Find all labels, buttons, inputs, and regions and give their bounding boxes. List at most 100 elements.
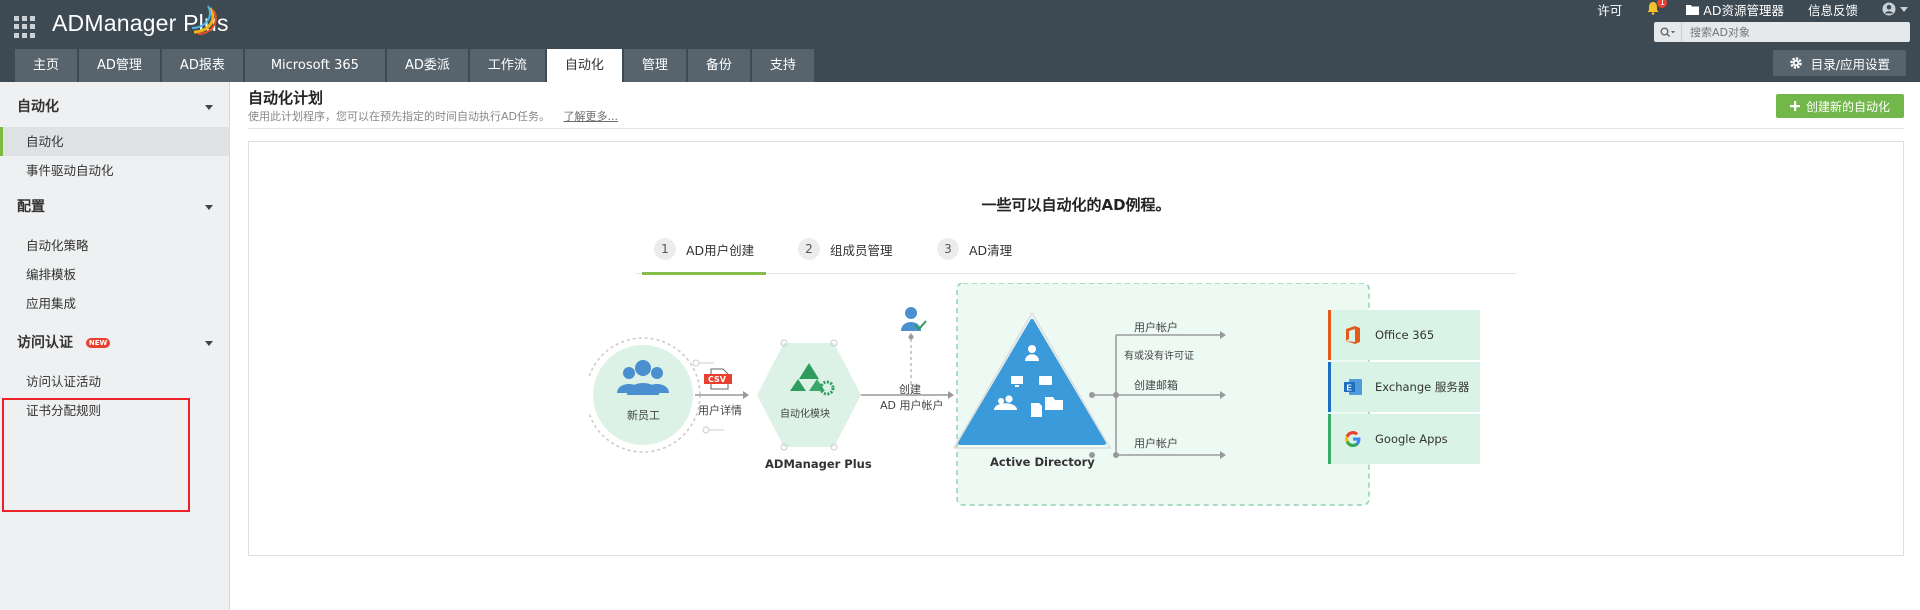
step-label: AD清理	[969, 242, 1013, 258]
sidebar-section-access-certification[interactable]: 访问认证 NEW	[0, 323, 229, 363]
divider	[248, 128, 1904, 129]
gear-icon	[1789, 57, 1802, 69]
tab-ad-delegation[interactable]: AD委派	[386, 49, 468, 82]
tab-automation[interactable]: 自动化	[546, 49, 622, 82]
tab-ad-management[interactable]: AD管理	[79, 49, 160, 82]
new-employee-label: 新员工	[627, 409, 660, 422]
description-text: 使用此计划程序，您可以在预先指定的时间自动执行AD任务。	[248, 110, 550, 123]
google-icon	[1345, 431, 1361, 447]
tab-ad-reports[interactable]: AD报表	[161, 49, 243, 82]
service-google-apps: Google Apps	[1328, 414, 1480, 464]
feedback-link[interactable]: 信息反馈	[1796, 0, 1870, 19]
branch-mailbox-label: 创建邮箱	[1134, 379, 1178, 392]
plus-icon	[1789, 101, 1800, 111]
service-label: Google Apps	[1375, 432, 1448, 446]
arrow-head	[948, 391, 954, 399]
sidebar-item-certification-campaigns[interactable]: 访问认证活动	[0, 367, 229, 396]
tab-workflow[interactable]: 工作流	[469, 49, 545, 82]
user-avatar-icon	[1882, 2, 1896, 16]
bell-icon[interactable]: 1	[1646, 0, 1668, 17]
sidebar-section-automation[interactable]: 自动化	[0, 87, 229, 127]
tab-home[interactable]: 主页	[15, 49, 78, 82]
ad-explorer-link[interactable]: AD资源管理器	[1674, 0, 1796, 19]
chevron-down-icon[interactable]	[205, 205, 213, 210]
sidebar-item-automation[interactable]: 自动化	[0, 127, 229, 156]
junction-dot	[1089, 392, 1095, 398]
service-label: Exchange 服务器	[1375, 380, 1470, 394]
page-title: 自动化计划	[248, 89, 324, 107]
user-check-icon	[901, 307, 927, 331]
sidebar-item-certificate-rules[interactable]: 证书分配规则	[0, 396, 229, 425]
step-number: 3	[937, 238, 959, 260]
csv-label: CSV	[708, 375, 726, 384]
directory-settings-button[interactable]: 目录/应用设置	[1772, 50, 1906, 76]
service-label: Office 365	[1375, 328, 1435, 342]
tab-support[interactable]: 支持	[751, 49, 814, 82]
settings-label: 目录/应用设置	[1810, 56, 1890, 72]
tab-backup[interactable]: 备份	[687, 49, 750, 82]
ad-explorer-label: AD资源管理器	[1703, 2, 1784, 18]
sidebar-item-app-integration[interactable]: 应用集成	[0, 289, 229, 318]
top-links: 许可 1 AD资源管理器 信息反馈	[1585, 0, 1920, 18]
search-input[interactable]	[1682, 25, 1902, 39]
service-office-365: Office 365	[1328, 310, 1480, 360]
main-content: 自动化计划 使用此计划程序，您可以在预先指定的时间自动执行AD任务。 了解更多.…	[230, 82, 1920, 610]
create-automation-button[interactable]: 创建新的自动化	[1775, 94, 1904, 118]
step-group-membership[interactable]: 2 组成员管理	[798, 224, 893, 274]
exchange-icon: E	[1344, 379, 1362, 395]
arrow-head	[743, 391, 749, 399]
active-directory-label: Active Directory	[990, 455, 1095, 469]
notification-badge: 1	[1657, 0, 1668, 8]
notifications[interactable]: 1	[1634, 0, 1674, 17]
branch-license-label: 有或没有许可证	[1124, 351, 1194, 362]
license-link[interactable]: 许可	[1585, 0, 1634, 19]
svg-text:E: E	[1347, 384, 1353, 393]
create-label: 创建	[899, 383, 921, 396]
ad-object-search[interactable]	[1654, 22, 1910, 42]
chevron-down-icon[interactable]	[205, 105, 213, 110]
sidebar-item-orchestration-templates[interactable]: 编排模板	[0, 260, 229, 289]
page-description: 使用此计划程序，您可以在预先指定的时间自动执行AD任务。 了解更多...	[248, 108, 618, 124]
user-details-label: 用户详情	[698, 404, 742, 417]
section-title: 访问认证	[17, 335, 73, 351]
chevron-down-icon[interactable]	[205, 341, 213, 346]
sidebar-section-configuration[interactable]: 配置	[0, 187, 229, 227]
tab-microsoft-365[interactable]: Microsoft 365	[244, 49, 385, 82]
learn-more-link[interactable]: 了解更多...	[564, 110, 619, 123]
office-365-icon	[1346, 326, 1360, 344]
tab-admin[interactable]: 管理	[623, 49, 686, 82]
search-icon[interactable]	[1654, 22, 1682, 42]
branch-user-account-label: 用户帐户	[1134, 321, 1178, 334]
ad-user-account-label: AD 用户帐户	[880, 399, 944, 412]
logo-swoosh-icon	[191, 5, 217, 35]
section-title: 自动化	[17, 99, 59, 115]
branch-user-account-2-label: 用户帐户	[1134, 437, 1178, 450]
workflow-diagram: 新员工 CSV 用户详情 自动化模块 ADManager Plus 创建 AD …	[589, 283, 1529, 523]
example-steps: 1 AD用户创建 2 组成员管理 3 AD清理	[636, 224, 1516, 275]
junction-dot	[1113, 392, 1119, 398]
new-badge: NEW	[85, 338, 111, 348]
create-automation-label: 创建新的自动化	[1805, 99, 1890, 114]
step-number: 2	[798, 238, 820, 260]
sidebar-item-event-driven[interactable]: 事件驱动自动化	[0, 156, 229, 185]
sidebar: 自动化 自动化 事件驱动自动化 配置 自动化策略 编排模板 应用集成 访问认证 …	[0, 82, 230, 610]
service-exchange: E Exchange 服务器	[1328, 362, 1480, 412]
folder-icon	[1686, 4, 1700, 15]
examples-panel: 一些可以自动化的AD例程。 1 AD用户创建 2 组成员管理 3 AD清理 新员…	[248, 141, 1904, 556]
user-menu[interactable]	[1870, 2, 1920, 16]
app-header: ADManager Plus 许可 1 AD资源管理器 信息反馈 主页	[0, 0, 1920, 82]
junction-dot	[1113, 452, 1119, 458]
sidebar-item-automation-policy[interactable]: 自动化策略	[0, 231, 229, 260]
section-title: 配置	[17, 199, 45, 215]
step-ad-cleanup[interactable]: 3 AD清理	[937, 224, 1012, 274]
decor-dot	[692, 359, 700, 367]
step-number: 1	[654, 238, 676, 260]
app-grid-icon[interactable]	[14, 16, 36, 38]
step-label: 组成员管理	[830, 242, 893, 258]
automation-module-label: 自动化模块	[780, 409, 830, 420]
main-nav: 主页 AD管理 AD报表 Microsoft 365 AD委派 工作流 自动化 …	[15, 49, 816, 82]
decor-dot	[702, 426, 710, 434]
step-ad-user-creation[interactable]: 1 AD用户创建	[641, 224, 767, 275]
step-label: AD用户创建	[686, 242, 755, 258]
chevron-down-icon	[1900, 6, 1908, 12]
